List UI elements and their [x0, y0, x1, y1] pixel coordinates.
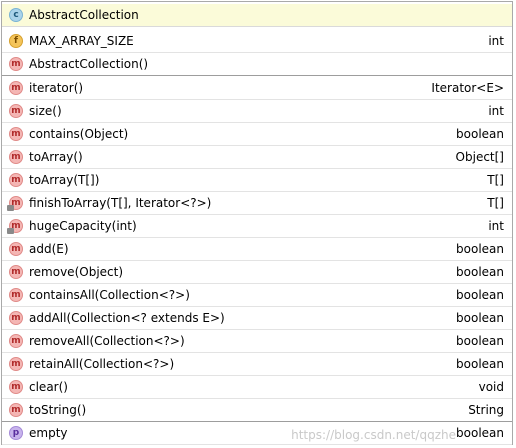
member-type: boolean	[456, 426, 504, 440]
member-row[interactable]: f MAX_ARRAY_SIZE int	[2, 30, 512, 53]
method-icon: m	[9, 334, 23, 348]
member-type: void	[478, 380, 504, 394]
member-name: finishToArray(T[], Iterator<?>)	[29, 196, 212, 210]
class-icon: c	[9, 8, 23, 22]
member-row[interactable]: m addAll(Collection<? extends E>) boolea…	[2, 307, 512, 330]
member-row[interactable]: m contains(Object) boolean	[2, 123, 512, 146]
member-name: addAll(Collection<? extends E>)	[29, 311, 225, 325]
member-row[interactable]: m clear() void	[2, 376, 512, 399]
member-type: T[]	[487, 173, 504, 187]
method-icon: m	[9, 265, 23, 279]
method-icon: m	[9, 380, 23, 394]
member-row[interactable]: m retainAll(Collection<?>) boolean	[2, 353, 512, 376]
member-row[interactable]: m add(E) boolean	[2, 238, 512, 261]
method-icon: m	[9, 81, 23, 95]
member-name: AbstractCollection()	[29, 57, 149, 71]
member-row[interactable]: m hugeCapacity(int) int	[2, 215, 512, 238]
member-type: boolean	[456, 127, 504, 141]
lock-icon	[7, 228, 14, 234]
member-type: T[]	[487, 196, 504, 210]
member-type: String	[468, 403, 504, 417]
member-row[interactable]: m remove(Object) boolean	[2, 261, 512, 284]
member-type: boolean	[456, 288, 504, 302]
member-type: int	[488, 104, 504, 118]
member-row[interactable]: m size() int	[2, 100, 512, 123]
member-type: int	[488, 34, 504, 48]
property-icon: p	[9, 426, 23, 440]
private-method-icon: m	[7, 219, 23, 234]
member-name: toArray(T[])	[29, 173, 100, 187]
member-row[interactable]: m iterator() Iterator<E>	[2, 77, 512, 100]
member-name: MAX_ARRAY_SIZE	[29, 34, 134, 48]
method-icon: m	[9, 127, 23, 141]
method-icon: m	[9, 403, 23, 417]
member-name: toArray()	[29, 150, 83, 164]
member-name: retainAll(Collection<?>)	[29, 357, 175, 371]
member-name: containsAll(Collection<?>)	[29, 288, 190, 302]
method-icon: m	[9, 173, 23, 187]
watermark: https://blog.csdn.net/qqzhe	[291, 428, 456, 442]
class-header-row[interactable]: c AbstractCollection	[2, 4, 512, 27]
class-title: AbstractCollection	[29, 8, 139, 22]
method-icon: m	[9, 288, 23, 302]
lock-icon	[7, 205, 14, 211]
method-icon: m	[9, 311, 23, 325]
member-row[interactable]: m toString() String	[2, 399, 512, 422]
method-icon: m	[9, 150, 23, 164]
member-row[interactable]: m containsAll(Collection<?>) boolean	[2, 284, 512, 307]
member-name: contains(Object)	[29, 127, 129, 141]
member-type: int	[488, 219, 504, 233]
member-row[interactable]: m AbstractCollection()	[2, 53, 512, 76]
member-name: remove(Object)	[29, 265, 124, 279]
structure-panel: c AbstractCollection f MAX_ARRAY_SIZE in…	[1, 1, 513, 445]
method-icon: m	[9, 57, 23, 71]
private-method-icon: m	[7, 196, 23, 211]
member-row[interactable]: m finishToArray(T[], Iterator<?>) T[]	[2, 192, 512, 215]
field-icon: f	[9, 34, 23, 48]
member-row[interactable]: m toArray() Object[]	[2, 146, 512, 169]
method-icon: m	[9, 104, 23, 118]
member-type: Iterator<E>	[431, 81, 504, 95]
member-type: boolean	[456, 242, 504, 256]
member-row[interactable]: m removeAll(Collection<?>) boolean	[2, 330, 512, 353]
member-name: toString()	[29, 403, 87, 417]
member-name: add(E)	[29, 242, 69, 256]
member-name: iterator()	[29, 81, 84, 95]
member-name: removeAll(Collection<?>)	[29, 334, 185, 348]
member-type: boolean	[456, 357, 504, 371]
member-name: clear()	[29, 380, 68, 394]
member-name: hugeCapacity(int)	[29, 219, 137, 233]
member-type: boolean	[456, 334, 504, 348]
method-icon: m	[9, 357, 23, 371]
member-row[interactable]: m toArray(T[]) T[]	[2, 169, 512, 192]
member-type: boolean	[456, 265, 504, 279]
member-type: boolean	[456, 311, 504, 325]
method-icon: m	[9, 242, 23, 256]
member-type: Object[]	[455, 150, 504, 164]
member-name: size()	[29, 104, 62, 118]
